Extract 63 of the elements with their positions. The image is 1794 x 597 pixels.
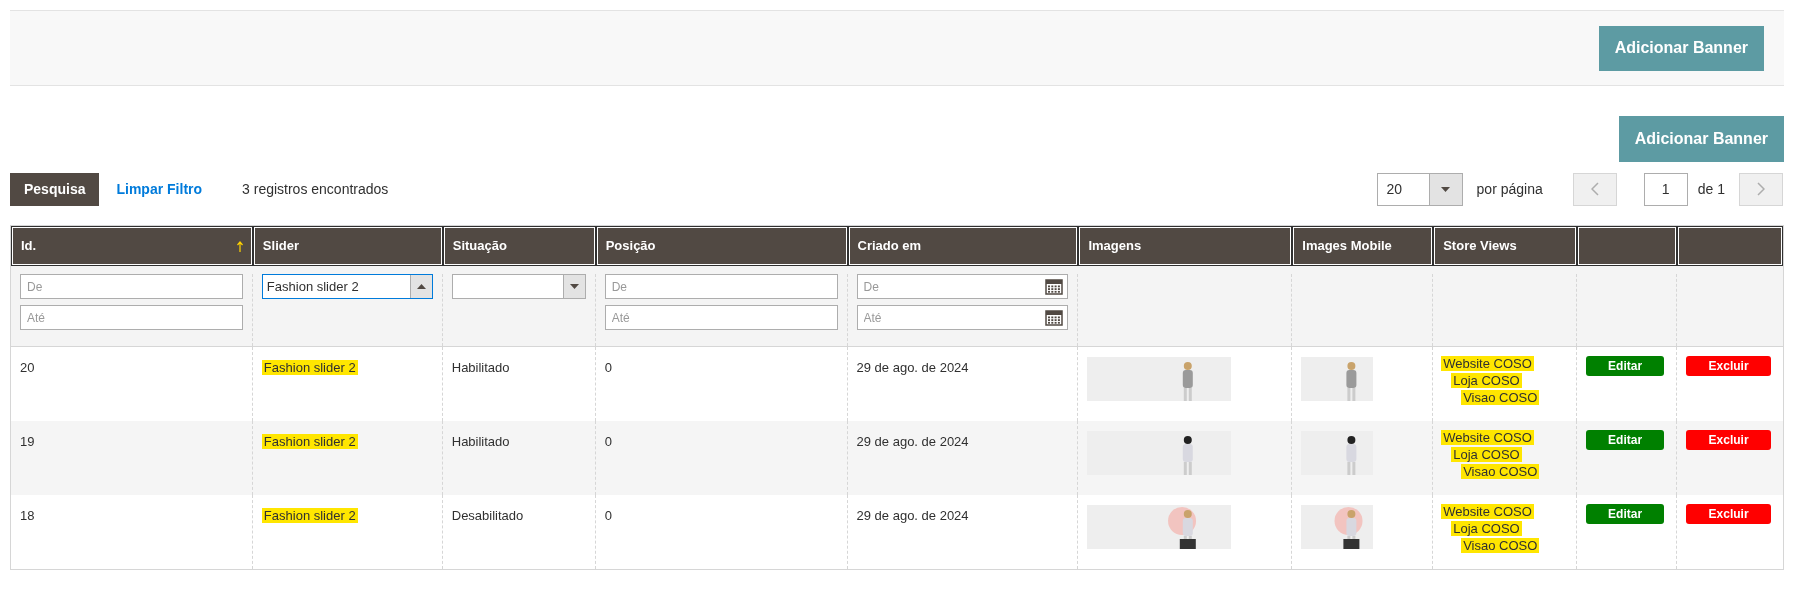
table-cell: 29 de ago. de 2024 [856, 360, 969, 375]
table-cell: 19 [20, 434, 35, 449]
table-cell: 29 de ago. de 2024 [856, 508, 969, 523]
delete-button[interactable]: Excluir [1686, 356, 1772, 376]
store-view-label: Visao COSO [1461, 464, 1540, 479]
column-header[interactable]: Imagens [1078, 226, 1293, 266]
table-cell: Fashion slider 2 [261, 434, 358, 449]
store-view-label: Loja COSO [1451, 521, 1522, 536]
table-cell: Fashion slider 2 [261, 360, 358, 375]
table-cell: 18 [20, 508, 35, 523]
store-view-label: Loja COSO [1451, 447, 1522, 462]
date-to-field[interactable]: Até [856, 305, 1069, 330]
clear-filter-link[interactable]: Limpar Filtro [116, 178, 203, 200]
store-view-label: Website COSO [1441, 430, 1534, 445]
table-cell: 0 [604, 434, 612, 449]
search-button[interactable]: Pesquisa [10, 172, 100, 206]
date-from-field[interactable]: De [856, 274, 1069, 299]
id-to-field[interactable]: Até [20, 305, 243, 330]
table-cell: Habilitado [451, 360, 510, 375]
chevron-right-icon [1757, 182, 1765, 196]
column-header[interactable]: Criado em [847, 226, 1079, 266]
column-header[interactable]: Store Views [1433, 226, 1578, 266]
calendar-icon[interactable] [1045, 277, 1064, 295]
table-cell: Habilitado [451, 434, 510, 449]
table-cell: 0 [604, 360, 612, 375]
store-view-label: Visao COSO [1461, 390, 1540, 405]
position-from-field[interactable]: De [604, 274, 838, 299]
table-cell: Desabilitado [451, 508, 524, 523]
status-select[interactable] [451, 274, 586, 299]
id-from-field[interactable]: De [20, 274, 243, 299]
edit-button[interactable]: Editar [1586, 356, 1665, 376]
records-count: 3 registros encontrados [242, 179, 389, 199]
store-view-label: Visao COSO [1461, 538, 1540, 553]
column-header[interactable]: Id. [11, 226, 253, 266]
column-header[interactable]: Posição [595, 226, 848, 266]
store-view-label: Loja COSO [1451, 373, 1522, 388]
dropdown-arrow-icon [1441, 186, 1451, 192]
delete-button[interactable]: Excluir [1686, 504, 1772, 524]
table-cell: Fashion slider 2 [261, 508, 358, 523]
slider-select[interactable]: Fashion slider 2 [261, 274, 433, 299]
column-header[interactable]: Situação [442, 226, 596, 266]
edit-button[interactable]: Editar [1586, 430, 1665, 450]
delete-button[interactable]: Excluir [1686, 430, 1772, 450]
column-header[interactable]: Images Mobile [1292, 226, 1434, 266]
per-page-label: por página [1476, 179, 1543, 199]
next-page-button[interactable] [1739, 172, 1783, 206]
chevron-left-icon [1590, 182, 1599, 196]
position-to-field[interactable]: Até [604, 305, 838, 330]
table-cell: 29 de ago. de 2024 [856, 434, 969, 449]
edit-button[interactable]: Editar [1586, 504, 1665, 524]
store-view-label: Website COSO [1441, 356, 1534, 371]
dropdown-arrow-icon [569, 284, 579, 289]
column-header[interactable]: Slider [252, 226, 443, 266]
calendar-icon[interactable] [1045, 308, 1064, 326]
per-page-select[interactable]: 20 [1376, 172, 1463, 206]
previous-page-button[interactable] [1572, 172, 1617, 206]
dropdown-arrow-icon [416, 284, 426, 289]
table-cell: 20 [20, 360, 35, 375]
table-cell: 0 [604, 508, 612, 523]
page-total: de 1 [1697, 179, 1725, 199]
page-field[interactable]: 1 [1643, 172, 1688, 206]
store-view-label: Website COSO [1441, 504, 1534, 519]
sort-arrow-icon [236, 240, 243, 252]
